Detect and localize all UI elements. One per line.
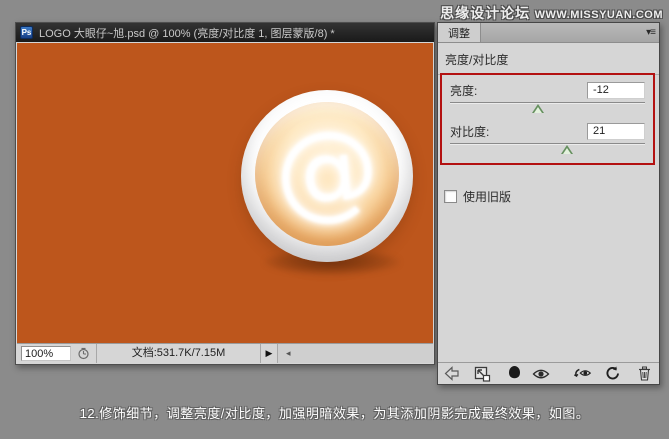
tutorial-step-caption: 12.修饰细节，调整亮度/对比度，加强明暗效果，为其添加阴影完成最终效果，如图。: [79, 406, 590, 421]
contrast-slider-thumb[interactable]: [561, 145, 573, 154]
adjustments-panel: 调整 ▾≡ 亮度/对比度 亮度: 对比度: 使用旧版: [437, 22, 660, 385]
contrast-label: 对比度:: [450, 124, 490, 139]
logo-sphere: @: [241, 90, 413, 262]
site-watermark: 思缘设计论坛 WWW.MISSYUAN.COM: [440, 3, 663, 23]
contrast-value-field[interactable]: [587, 122, 645, 140]
status-bar-expand-arrow[interactable]: ▶: [261, 344, 277, 363]
scroll-left-arrow-icon[interactable]: ◂: [286, 348, 291, 359]
contrast-row: 对比度:: [450, 121, 645, 141]
image-canvas[interactable]: @: [17, 43, 433, 343]
brightness-slider[interactable]: [450, 102, 645, 115]
horizontal-scrollbar[interactable]: ◂: [277, 344, 433, 363]
document-status-bar: 文档:531.7K/7.15M ▶ ◂: [17, 343, 433, 363]
trash-icon[interactable]: [634, 365, 654, 383]
tutorial-highlight-box: 亮度: 对比度:: [440, 73, 655, 165]
watermark-site-url: WWW.MISSYUAN.COM: [534, 9, 663, 21]
brightness-label: 亮度:: [450, 83, 478, 98]
visibility-eye-icon[interactable]: [531, 365, 551, 383]
panel-menu-icon[interactable]: ▾≡: [646, 23, 656, 42]
zoom-level-field[interactable]: [21, 346, 71, 361]
contrast-slider[interactable]: [450, 143, 645, 156]
document-title: LOGO 大眼仔~旭.psd @ 100% (亮度/对比度 1, 图层蒙版/8)…: [39, 27, 335, 40]
photoshop-app-icon: Ps: [20, 26, 33, 39]
clip-to-layer-icon[interactable]: [505, 365, 525, 383]
contrast-slider-track: [450, 143, 645, 145]
brightness-slider-thumb[interactable]: [531, 104, 544, 113]
document-window: Ps LOGO 大眼仔~旭.psd @ 100% (亮度/对比度 1, 图层蒙版…: [15, 22, 435, 365]
sphere-inner-glow: @: [255, 102, 399, 246]
reset-icon[interactable]: [602, 365, 622, 383]
panel-footer-toolbar: [438, 362, 659, 384]
timer-icon: [77, 347, 90, 360]
at-symbol: @: [269, 104, 384, 236]
document-titlebar[interactable]: Ps LOGO 大眼仔~旭.psd @ 100% (亮度/对比度 1, 图层蒙版…: [16, 23, 434, 42]
use-legacy-label: 使用旧版: [463, 190, 512, 204]
brightness-row: 亮度:: [450, 80, 645, 100]
panel-tab-bar: 调整 ▾≡: [438, 23, 659, 43]
previous-state-icon[interactable]: [573, 365, 593, 383]
brightness-slider-track: [450, 102, 645, 104]
use-legacy-row: 使用旧版: [444, 188, 511, 205]
expanded-view-icon[interactable]: [473, 365, 493, 383]
use-legacy-checkbox[interactable]: [444, 190, 457, 203]
brightness-value-field[interactable]: [587, 81, 645, 99]
watermark-forum-name: 思缘设计论坛: [440, 5, 531, 21]
back-arrow-icon[interactable]: [443, 365, 463, 383]
tab-adjustments[interactable]: 调整: [438, 23, 481, 42]
document-size-info[interactable]: 文档:531.7K/7.15M: [96, 344, 261, 363]
adjustment-type-title: 亮度/对比度: [445, 53, 509, 67]
